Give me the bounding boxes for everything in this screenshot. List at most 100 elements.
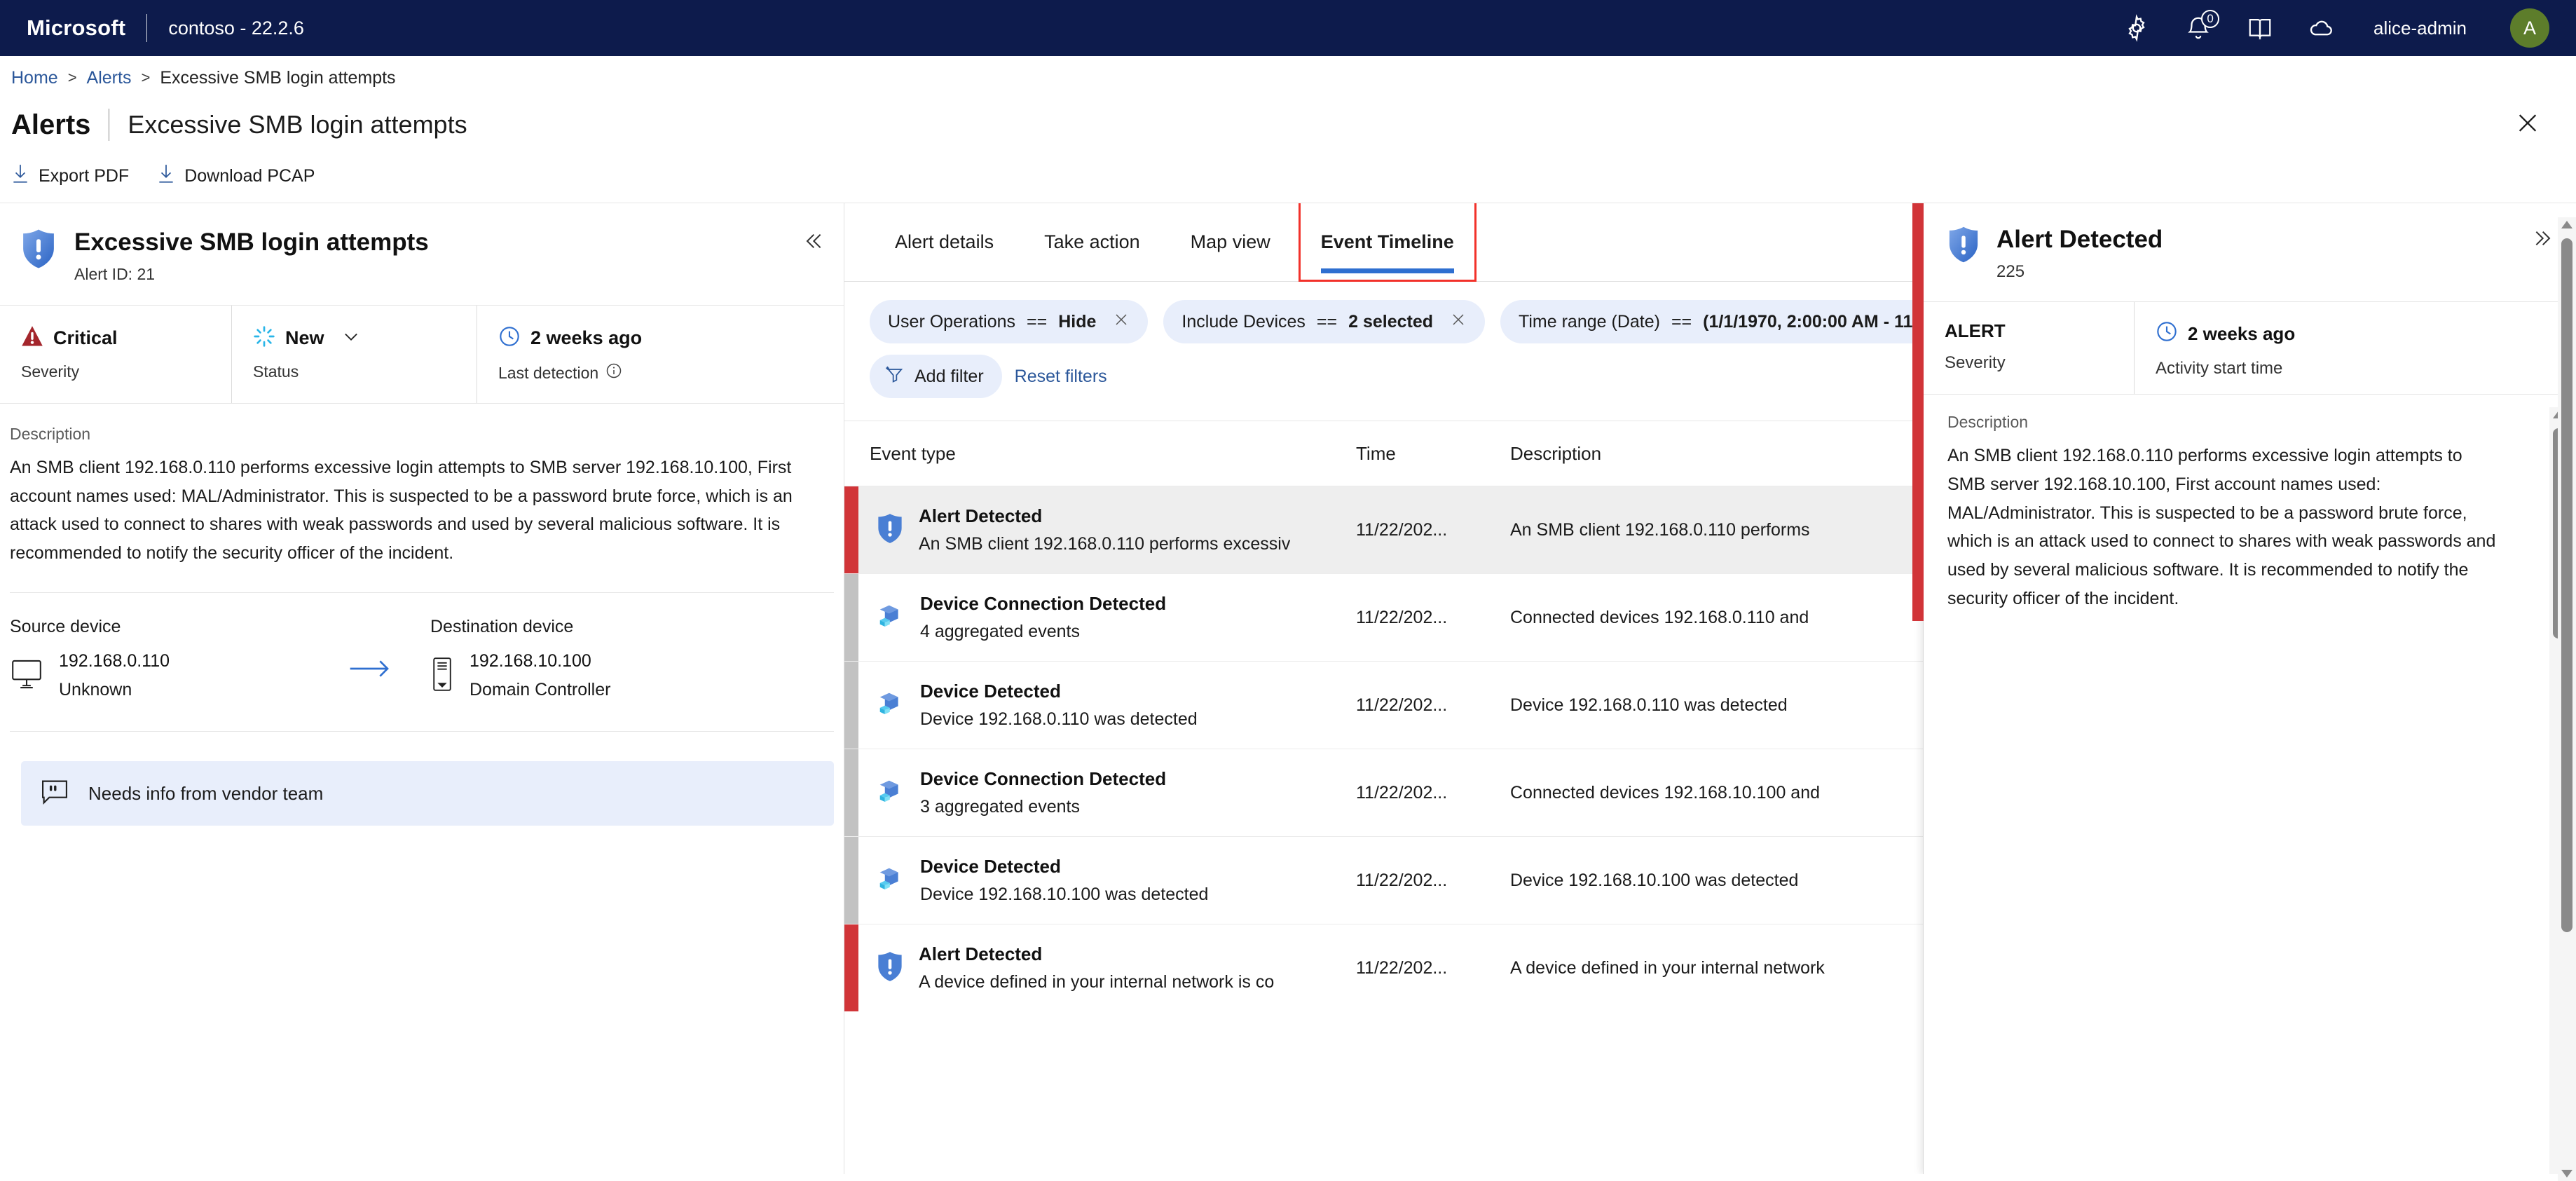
flyout-header: Alert Detected 225 [1924, 203, 2576, 302]
status-value: New [285, 327, 324, 349]
source-device: Source device 192.168.0.110 Unknown [10, 617, 311, 700]
severity-label: Severity [21, 362, 80, 381]
row-severity-bar [844, 486, 858, 573]
alert-shield-icon [1947, 226, 1980, 267]
server-icon [430, 657, 454, 695]
brand-actions: 0 alice-admin A [2121, 8, 2549, 48]
row-time: 11/22/202... [1356, 607, 1448, 627]
flyout-activity-label: Activity start time [2156, 359, 2283, 378]
expand-panel-icon[interactable] [2533, 227, 2555, 253]
alert-title: Excessive SMB login attempts [74, 228, 429, 256]
row-severity-bar [844, 837, 858, 924]
filter-value: 2 selected [1348, 311, 1434, 332]
row-subtitle: Device 192.168.0.110 was detected [920, 709, 1198, 729]
collapse-panel-icon[interactable] [802, 230, 824, 256]
close-icon[interactable] [2516, 111, 2540, 139]
flyout-description-block: Description An SMB client 192.168.0.110 … [1924, 395, 2576, 1174]
username-label[interactable]: alice-admin [2373, 18, 2467, 39]
row-title: Device Detected [920, 681, 1061, 702]
chevron-down-icon[interactable] [341, 327, 361, 350]
tab-active-underline [1320, 268, 1454, 273]
status-new-icon [253, 325, 275, 351]
tab-event-timeline[interactable]: Event Timeline [1296, 203, 1479, 282]
info-icon[interactable] [605, 362, 622, 383]
tab-alert-details[interactable]: Alert details [870, 203, 1019, 282]
breadcrumb-home[interactable]: Home [11, 68, 58, 88]
download-pcap-label: Download PCAP [184, 166, 315, 186]
divider [10, 731, 834, 732]
breadcrumb-alerts[interactable]: Alerts [87, 68, 132, 88]
alert-shield-icon [21, 228, 56, 273]
main-split: Excessive SMB login attempts Alert ID: 2… [0, 203, 2576, 1174]
microsoft-logo: Microsoft [27, 15, 126, 40]
breadcrumb: Home > Alerts > Excessive SMB login atte… [0, 56, 2576, 100]
description-text: An SMB client 192.168.0.110 performs exc… [10, 458, 793, 563]
alert-description-block: Description An SMB client 192.168.0.110 … [0, 404, 844, 567]
flyout-title: Alert Detected [1996, 226, 2163, 253]
destination-device-ip[interactable]: 192.168.10.100 [470, 651, 610, 671]
critical-severity-icon [21, 325, 43, 351]
page-title: Alerts [11, 109, 91, 140]
remove-filter-icon[interactable] [1113, 311, 1130, 333]
add-filter-button[interactable]: Add filter [870, 355, 1002, 398]
status-label: Status [253, 362, 299, 381]
row-time: 11/22/202... [1356, 695, 1448, 715]
add-filter-icon [885, 364, 905, 389]
column-header-event-type[interactable]: Event type [844, 443, 1356, 465]
gear-icon[interactable] [2121, 13, 2152, 43]
tab-map-view[interactable]: Map view [1165, 203, 1296, 282]
notifications-bell-icon[interactable]: 0 [2183, 10, 2220, 43]
row-subtitle: Device 192.168.10.100 was detected [920, 885, 1209, 904]
source-device-ip[interactable]: 192.168.0.110 [59, 651, 170, 671]
last-detection-stat: 2 weeks ago Last detection [477, 306, 844, 404]
row-title: Alert Detected [919, 505, 1043, 526]
filter-pill-user-operations[interactable]: User Operations == Hide [870, 300, 1149, 343]
flyout-subtitle: 225 [1996, 262, 2025, 281]
flyout-severity-label: Severity [1945, 353, 2006, 372]
row-time: 11/22/202... [1356, 782, 1448, 803]
device-flow: Source device 192.168.0.110 Unknown Dest… [0, 593, 844, 700]
filter-operator: == [1316, 311, 1338, 332]
filter-pill-include-devices[interactable]: Include Devices == 2 selected [1163, 300, 1486, 343]
description-label: Description [10, 425, 91, 444]
export-pdf-label: Export PDF [39, 166, 130, 186]
event-timeline-content: Alert details Take action Map view Event… [844, 203, 2576, 1174]
alert-header: Excessive SMB login attempts Alert ID: 2… [0, 203, 844, 306]
reset-filters-link[interactable]: Reset filters [1015, 367, 1107, 387]
cloud-icon[interactable] [2306, 13, 2337, 43]
row-severity-bar [844, 924, 858, 1011]
flyout-activity-value-row: 2 weeks ago [2156, 320, 2555, 348]
row-time: 11/22/202... [1356, 870, 1448, 890]
download-icon [157, 163, 175, 189]
filter-field: Include Devices [1181, 311, 1306, 332]
book-help-icon[interactable] [2245, 13, 2275, 43]
notification-badge: 0 [2201, 10, 2220, 28]
filter-field: Time range (Date) [1519, 311, 1660, 332]
row-title: Device Connection Detected [920, 768, 1167, 789]
remove-filter-icon[interactable] [1450, 311, 1467, 333]
breadcrumb-current: Excessive SMB login attempts [160, 67, 396, 88]
event-detail-flyout: Alert Detected 225 ALERT Severity 2 week… [1912, 203, 2576, 1174]
alert-summary-panel: Excessive SMB login attempts Alert ID: 2… [0, 203, 844, 1174]
filter-operator: == [1027, 311, 1048, 332]
tab-take-action[interactable]: Take action [1019, 203, 1165, 282]
scroll-down-arrow-icon[interactable] [2558, 1166, 2576, 1181]
row-severity-bar [844, 574, 858, 661]
comment-icon [41, 779, 69, 809]
scrollbar-thumb[interactable] [2561, 238, 2572, 932]
source-device-type: Unknown [59, 680, 132, 700]
column-header-time[interactable]: Time [1356, 443, 1510, 465]
vendor-info-banner[interactable]: Needs info from vendor team [21, 761, 834, 826]
page-scrollbar[interactable] [2558, 217, 2576, 1181]
flyout-activity-value: 2 weeks ago [2188, 323, 2296, 344]
scroll-up-arrow-icon[interactable] [2558, 217, 2576, 233]
filter-field: User Operations [888, 311, 1016, 332]
alert-stats: Critical Severity New Status 2 weeks ago… [0, 306, 844, 404]
device-cubes-icon [877, 865, 905, 896]
export-pdf-button[interactable]: Export PDF [11, 163, 129, 189]
monitor-icon [10, 659, 43, 693]
avatar[interactable]: A [2510, 8, 2549, 48]
device-cubes-icon [877, 602, 905, 634]
row-event-type: Alert Detected An SMB client 192.168.0.1… [858, 505, 1356, 554]
download-pcap-button[interactable]: Download PCAP [157, 163, 315, 189]
